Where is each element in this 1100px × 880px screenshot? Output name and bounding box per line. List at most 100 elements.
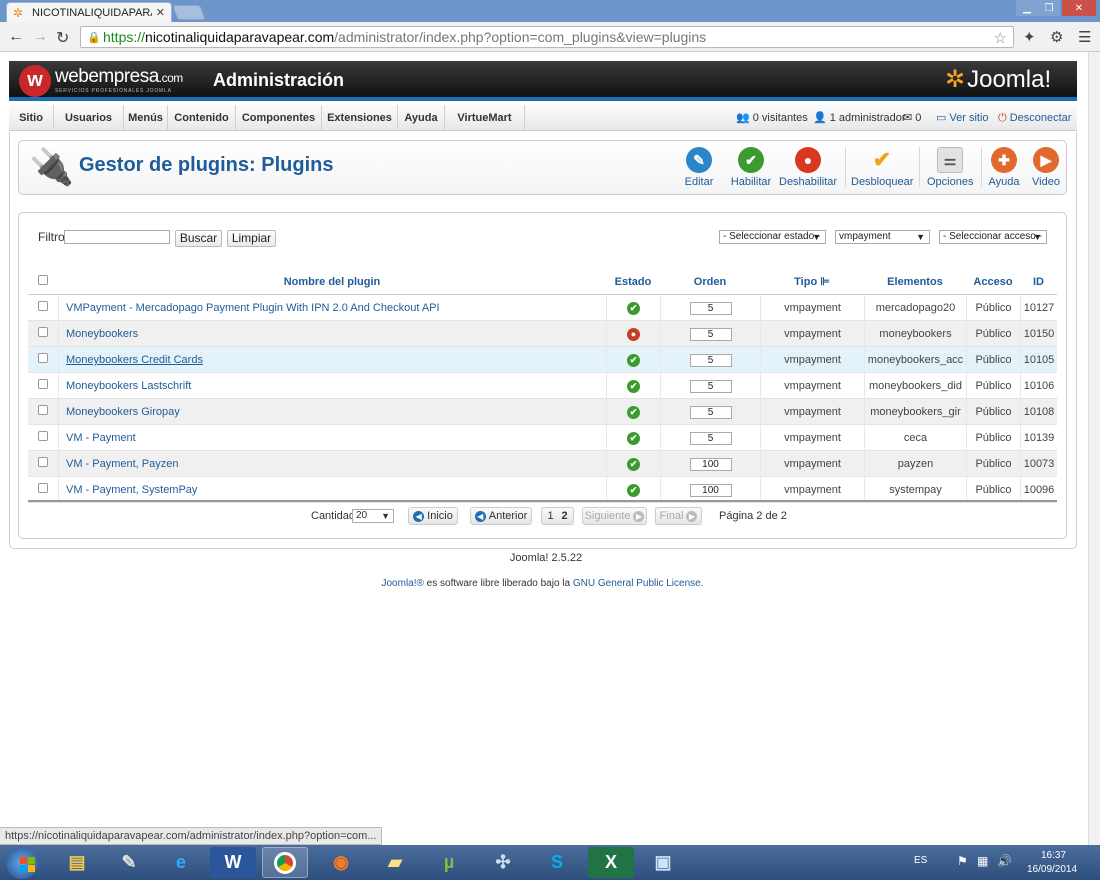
status-toggle[interactable]: ✔ bbox=[606, 451, 660, 477]
th-order[interactable]: Orden bbox=[660, 270, 760, 295]
pagination-prev-button[interactable]: ◀ Anterior bbox=[470, 507, 532, 525]
search-button[interactable]: Buscar bbox=[175, 230, 222, 247]
settings-gear-icon[interactable]: ⚙ bbox=[1050, 28, 1063, 46]
utorrent-icon[interactable]: µ bbox=[426, 847, 472, 878]
reload-icon[interactable]: ↻ bbox=[56, 28, 69, 48]
row-checkbox[interactable] bbox=[38, 405, 48, 415]
state-select[interactable]: - Seleccionar estado - ▼ bbox=[719, 230, 826, 244]
enable-button[interactable]: ✔ Habilitar bbox=[729, 147, 773, 188]
action-center-flag-icon[interactable]: ⚑ bbox=[957, 854, 968, 868]
extension-icon[interactable]: ✦ bbox=[1023, 28, 1036, 46]
plugin-name-link[interactable]: Moneybookers Credit Cards bbox=[58, 347, 606, 373]
status-toggle[interactable]: ✔ bbox=[606, 295, 660, 321]
order-input[interactable]: 5 bbox=[689, 301, 732, 315]
edit-button[interactable]: ✎ Editar bbox=[681, 147, 717, 188]
page-scrollbar[interactable] bbox=[1088, 52, 1100, 845]
firefox-icon[interactable]: ◉ bbox=[318, 847, 364, 878]
access-select[interactable]: - Seleccionar acceso - ▼ bbox=[939, 230, 1047, 244]
th-name[interactable]: Nombre del plugin bbox=[58, 270, 606, 295]
folder-select[interactable]: vmpayment ▼ bbox=[835, 230, 930, 244]
gpl-link[interactable]: GNU General Public License. bbox=[573, 578, 704, 589]
excel-icon[interactable]: X bbox=[588, 847, 634, 878]
volume-icon[interactable]: 🔊 bbox=[997, 854, 1012, 868]
limit-select[interactable]: 20 ▼ bbox=[352, 509, 394, 523]
row-checkbox[interactable] bbox=[38, 457, 48, 467]
row-checkbox[interactable] bbox=[38, 483, 48, 493]
row-checkbox[interactable] bbox=[38, 379, 48, 389]
close-window-button[interactable]: ✕ bbox=[1062, 0, 1096, 16]
skype-icon[interactable]: S bbox=[534, 847, 580, 878]
language-indicator[interactable]: ES bbox=[914, 855, 927, 866]
logout-link[interactable]: ⏻ Desconectar bbox=[998, 105, 1071, 131]
status-toggle[interactable]: ✔ bbox=[606, 373, 660, 399]
start-button[interactable] bbox=[6, 847, 38, 879]
status-toggle[interactable]: ✔ bbox=[606, 347, 660, 373]
th-access[interactable]: Acceso bbox=[966, 270, 1020, 295]
th-elements[interactable]: Elementos bbox=[864, 270, 966, 295]
network-icon[interactable]: ▦ bbox=[977, 854, 988, 868]
order-input[interactable]: 5 bbox=[689, 431, 732, 445]
internet-explorer-icon[interactable]: e bbox=[158, 847, 204, 878]
menu-contenido[interactable]: Contenido bbox=[168, 105, 236, 131]
row-checkbox[interactable] bbox=[38, 431, 48, 441]
chrome-icon[interactable] bbox=[262, 847, 308, 878]
tab-close-icon[interactable]: ✕ bbox=[156, 6, 165, 19]
menu-virtuemart[interactable]: VirtueMart bbox=[445, 105, 525, 131]
help-button[interactable]: ✚ Ayuda bbox=[987, 147, 1021, 188]
order-input[interactable]: 100 bbox=[689, 483, 732, 497]
row-checkbox[interactable] bbox=[38, 301, 48, 311]
status-toggle[interactable]: ● bbox=[606, 321, 660, 347]
new-tab-button[interactable] bbox=[172, 5, 206, 20]
plugin-name-link[interactable]: VMPayment - Mercadopago Payment Plugin W… bbox=[58, 295, 606, 321]
bookmark-star-icon[interactable]: ☆ bbox=[994, 29, 1007, 47]
minimize-button[interactable]: ▁ bbox=[1016, 0, 1038, 16]
th-status[interactable]: Estado bbox=[606, 270, 660, 295]
gimp-icon[interactable]: ✎ bbox=[106, 847, 152, 878]
menu-sitio[interactable]: Sitio bbox=[9, 105, 54, 131]
plugin-name-link[interactable]: VM - Payment bbox=[58, 425, 606, 451]
forward-arrow-icon[interactable]: → bbox=[32, 28, 48, 46]
clock-date[interactable]: 16/09/2014 bbox=[1027, 864, 1077, 875]
plugin-name-link[interactable]: VM - Payment, Payzen bbox=[58, 451, 606, 477]
menu-menus[interactable]: Menús bbox=[124, 105, 168, 131]
menu-usuarios[interactable]: Usuarios bbox=[54, 105, 124, 131]
order-input[interactable]: 5 bbox=[689, 353, 732, 367]
select-all-checkbox[interactable] bbox=[38, 275, 48, 285]
menu-extensiones[interactable]: Extensiones bbox=[322, 105, 398, 131]
plugin-name-link[interactable]: Moneybookers Lastschrift bbox=[58, 373, 606, 399]
th-type[interactable]: Tipo ⊫ bbox=[760, 270, 864, 295]
disable-button[interactable]: ● Deshabilitar bbox=[779, 147, 837, 188]
joomla-link[interactable]: Joomla!® bbox=[382, 578, 424, 589]
plugin-name-link[interactable]: Moneybookers bbox=[58, 321, 606, 347]
network-app-icon[interactable]: ✣ bbox=[480, 847, 526, 878]
row-checkbox[interactable] bbox=[38, 327, 48, 337]
status-toggle[interactable]: ✔ bbox=[606, 399, 660, 425]
browser-tab[interactable]: ✲ NICOTINALIQUIDAPARAV ✕ bbox=[6, 2, 172, 22]
explorer-folder-icon[interactable]: ▤ bbox=[54, 847, 100, 878]
checkin-button[interactable]: ✔ Desbloquear bbox=[851, 147, 913, 188]
messages-status[interactable]: ✉ 0 bbox=[903, 105, 921, 131]
filter-search-input[interactable] bbox=[64, 230, 170, 244]
order-input[interactable]: 5 bbox=[689, 405, 732, 419]
clock-time[interactable]: 16:37 bbox=[1041, 850, 1066, 861]
row-checkbox[interactable] bbox=[38, 353, 48, 363]
maximize-button[interactable]: ❐ bbox=[1038, 0, 1060, 16]
plugin-name-link[interactable]: Moneybookers Giropay bbox=[58, 399, 606, 425]
status-toggle[interactable]: ✔ bbox=[606, 425, 660, 451]
order-input[interactable]: 5 bbox=[689, 379, 732, 393]
image-viewer-icon[interactable]: ▣ bbox=[640, 847, 686, 878]
video-button[interactable]: ▶ Video bbox=[1029, 147, 1063, 188]
options-button[interactable]: ⚌ Opciones bbox=[927, 147, 973, 188]
menu-ayuda[interactable]: Ayuda bbox=[398, 105, 445, 131]
pagination-start-button[interactable]: ◀ Inicio bbox=[408, 507, 458, 525]
page-1-link[interactable]: 1 bbox=[544, 508, 558, 524]
sticky-notes-icon[interactable]: ▰ bbox=[372, 847, 418, 878]
order-input[interactable]: 100 bbox=[689, 457, 732, 471]
back-arrow-icon[interactable]: ← bbox=[8, 28, 24, 46]
view-site-link[interactable]: ▭ Ver sitio bbox=[936, 105, 989, 131]
clear-button[interactable]: Limpiar bbox=[227, 230, 276, 247]
menu-componentes[interactable]: Componentes bbox=[236, 105, 322, 131]
menu-icon[interactable]: ☰ bbox=[1078, 28, 1091, 46]
order-input[interactable]: 5 bbox=[689, 327, 732, 341]
address-bar[interactable]: 🔒 https://nicotinaliquidaparavapear.com /… bbox=[80, 26, 1014, 48]
